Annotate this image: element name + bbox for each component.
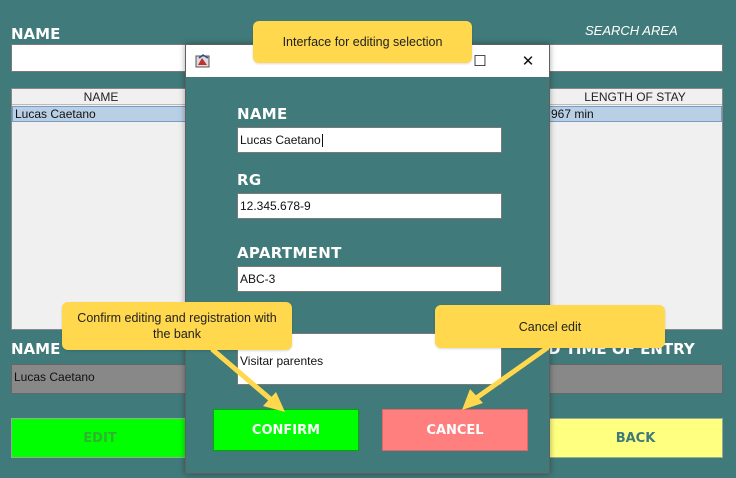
selected-name-field[interactable]: Lucas Caetano [11, 364, 191, 394]
table-header-length-of-stay[interactable]: LENGTH OF STAY [548, 89, 722, 105]
confirm-button[interactable]: CONFIRM [213, 409, 359, 451]
table-cell-length-of-stay: 967 min [551, 107, 594, 121]
close-icon[interactable]: ✕ [518, 51, 538, 71]
dialog-name-label: NAME [237, 105, 288, 123]
name-input[interactable]: Lucas Caetano [237, 127, 502, 153]
dialog-title-callout: Interface for editing selection [253, 21, 472, 63]
cancel-button[interactable]: CANCEL [382, 409, 528, 451]
apartment-input[interactable]: ABC-3 [237, 266, 502, 292]
entry-time-field[interactable] [548, 364, 723, 394]
edit-button[interactable]: EDIT [11, 418, 189, 458]
apartment-label: APARTMENT [237, 244, 342, 262]
search-area-label: SEARCH AREA [585, 23, 678, 38]
rg-label: RG [237, 171, 262, 189]
java-app-icon [195, 53, 211, 69]
confirm-note-callout: Confirm editing and registration with th… [62, 302, 292, 350]
name-heading: NAME [11, 25, 61, 43]
maximize-icon[interactable]: ☐ [470, 51, 490, 71]
cancel-note-callout: Cancel edit [435, 305, 665, 348]
table-header-name[interactable]: NAME [12, 89, 190, 105]
edit-dialog: ☐ ✕ NAME Lucas Caetano RG 12.345.678-9 A… [185, 44, 550, 474]
name-input-value: Lucas Caetano [240, 133, 321, 147]
text-caret [321, 133, 323, 147]
bottom-name-label: NAME [11, 340, 61, 358]
rg-input[interactable]: 12.345.678-9 [237, 193, 502, 219]
back-button[interactable]: BACK [548, 418, 723, 458]
table-cell-name: Lucas Caetano [15, 107, 96, 121]
